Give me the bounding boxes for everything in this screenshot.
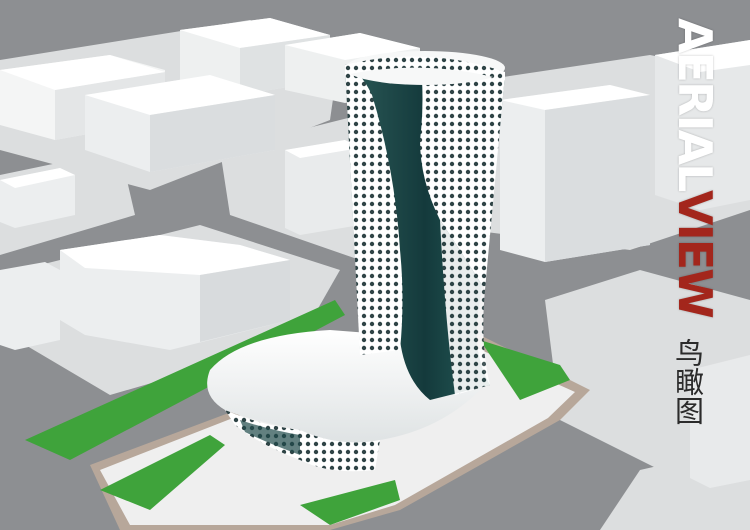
block-foreground [0,262,60,350]
title-chinese-text: 鸟瞰图 [670,338,705,425]
title-chinese: 鸟瞰图 [667,338,707,433]
block-right-tall [500,85,650,262]
title-word-aerial: AERIAL [668,18,722,191]
tower [345,51,505,400]
block-center-small [285,140,360,235]
title-aerial-view: AERIAL VIEW [655,18,735,338]
aerial-render [0,0,750,530]
title-word-view: VIEW [668,190,722,318]
